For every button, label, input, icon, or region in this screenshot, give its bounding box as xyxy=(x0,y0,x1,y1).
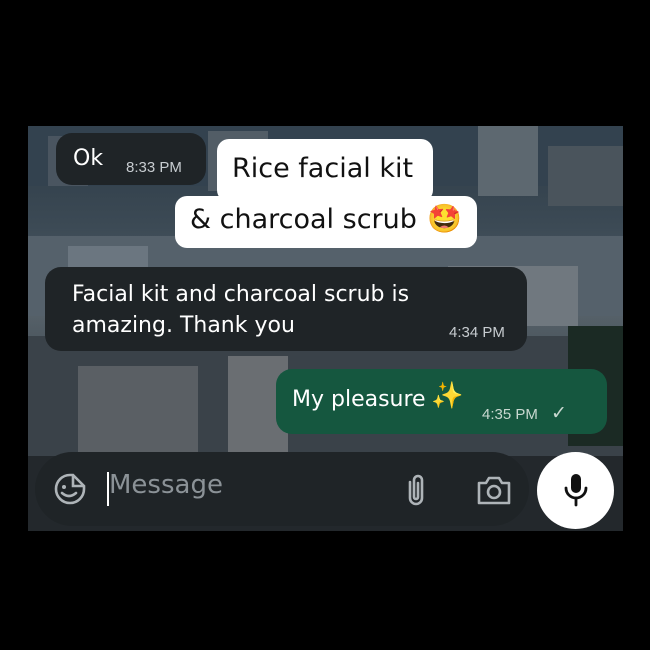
mic-icon xyxy=(564,474,588,507)
message-bubble-outgoing[interactable]: My pleasure ✨ 4:35 PM ✓ xyxy=(276,369,607,434)
voice-record-button[interactable] xyxy=(537,452,614,529)
message-composer: Message xyxy=(35,452,529,526)
attach-icon[interactable] xyxy=(403,472,429,508)
sticker-text-line1: Rice facial kit xyxy=(232,153,414,184)
read-status-check: ✓ xyxy=(551,403,567,424)
text-sticker-line1: Rice facial kit xyxy=(217,139,433,202)
sticker-icon[interactable] xyxy=(53,472,87,506)
message-bubble-review[interactable]: Facial kit and charcoal scrub is amazing… xyxy=(45,267,527,351)
message-text-line1: Facial kit and charcoal scrub is xyxy=(72,282,410,307)
message-time: 4:34 PM xyxy=(449,324,505,341)
star-struck-emoji: 🤩 xyxy=(427,202,462,235)
sticker-text-line2: & charcoal scrub xyxy=(190,204,417,235)
message-time: 8:33 PM xyxy=(126,159,182,176)
message-input-placeholder[interactable]: Message xyxy=(109,470,223,500)
text-sticker-line2: & charcoal scrub 🤩 xyxy=(175,196,477,248)
message-text-line2: amazing. Thank you xyxy=(72,313,295,338)
sparkles-emoji: ✨ xyxy=(431,381,464,411)
message-text: Ok xyxy=(73,146,104,171)
camera-icon[interactable] xyxy=(476,474,512,506)
message-time: 4:35 PM xyxy=(482,406,538,423)
message-bubble-ok[interactable]: Ok 8:33 PM xyxy=(56,133,206,185)
message-text: My pleasure xyxy=(292,387,426,412)
